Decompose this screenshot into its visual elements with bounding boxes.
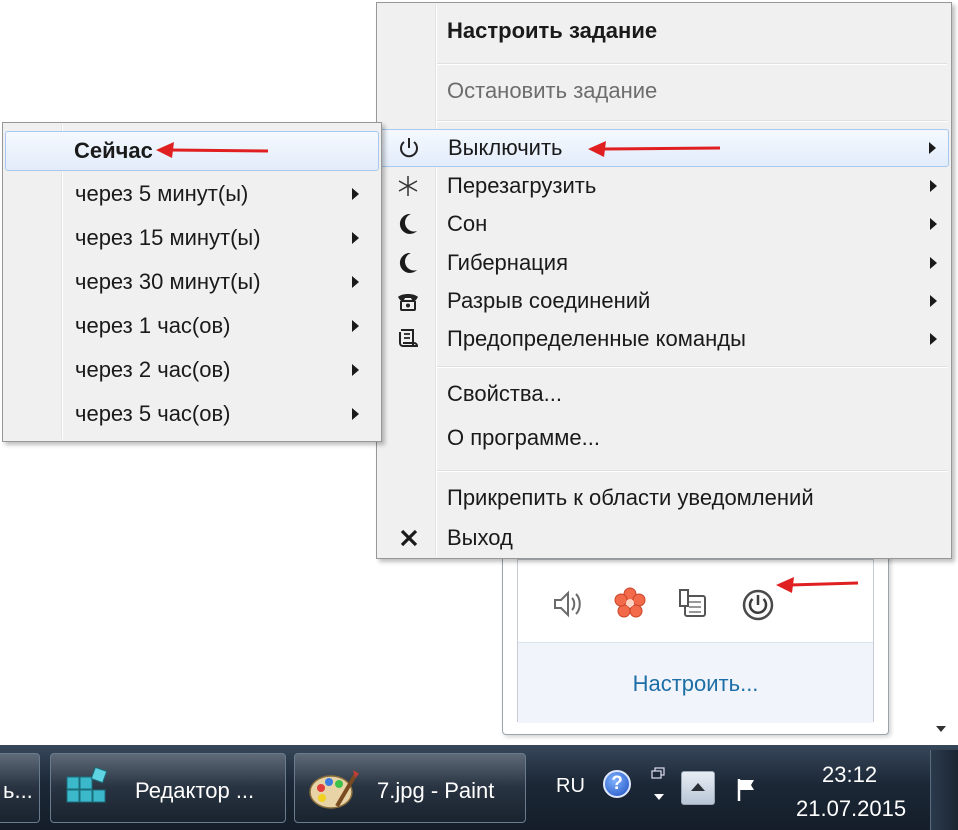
annotation-arrow-tray bbox=[776, 577, 859, 593]
submenu-item-15-minutes[interactable]: через 15 минут(ы) bbox=[5, 220, 379, 256]
flower-icon[interactable] bbox=[612, 586, 648, 622]
annotation-arrow-now bbox=[156, 142, 269, 158]
menu-item-configure-task[interactable]: Настроить задание bbox=[379, 13, 949, 49]
submenu-arrow-icon bbox=[352, 232, 359, 244]
menu-item-predefined-commands[interactable]: Предопределенные команды bbox=[379, 321, 949, 357]
scroll-down-arrow-icon[interactable] bbox=[936, 726, 946, 732]
submenu-arrow-icon bbox=[352, 320, 359, 332]
scroll-icon bbox=[399, 329, 419, 347]
paint-icon bbox=[309, 770, 359, 809]
main-context-menu: Настроить задание Остановить задание Вык… bbox=[376, 2, 952, 559]
power-icon bbox=[400, 138, 418, 158]
close-icon bbox=[400, 529, 418, 547]
annotation-arrow-shutdown bbox=[588, 141, 721, 157]
taskbar-button-paint[interactable]: 7.jpg - Paint bbox=[294, 753, 526, 823]
submenu-item-5-hours[interactable]: через 5 час(ов) bbox=[5, 396, 379, 432]
help-icon[interactable]: ? bbox=[603, 770, 631, 798]
submenu-arrow-icon bbox=[352, 408, 359, 420]
submenu-arrow-icon bbox=[930, 218, 937, 230]
menu-item-pin-to-tray[interactable]: Прикрепить к области уведомлений bbox=[379, 480, 949, 516]
show-desktop-button[interactable] bbox=[930, 750, 958, 830]
shutdown-submenu: Сейчас через 5 минут(ы) через 15 минут(ы… bbox=[2, 122, 382, 442]
menu-item-properties[interactable]: Свойства... bbox=[379, 376, 949, 412]
submenu-arrow-icon bbox=[352, 188, 359, 200]
menu-item-sleep[interactable]: Сон bbox=[379, 206, 949, 242]
submenu-item-2-hours[interactable]: через 2 час(ов) bbox=[5, 352, 379, 388]
menu-separator bbox=[437, 470, 947, 472]
menu-item-exit[interactable]: Выход bbox=[379, 520, 949, 556]
power-icon[interactable] bbox=[740, 586, 776, 622]
speaker-icon[interactable] bbox=[550, 586, 586, 622]
language-indicator[interactable]: RU bbox=[556, 775, 585, 798]
submenu-arrow-icon bbox=[352, 364, 359, 376]
moon-icon bbox=[399, 213, 417, 234]
submenu-arrow-icon bbox=[930, 295, 937, 307]
taskbar-button-partial[interactable]: ь... bbox=[0, 753, 40, 823]
menu-item-hibernate[interactable]: Гибернация bbox=[379, 245, 949, 281]
submenu-arrow-icon bbox=[929, 142, 936, 154]
clock-time[interactable]: 23:12 bbox=[822, 762, 877, 788]
submenu-arrow-icon bbox=[930, 257, 937, 269]
registry-editor-icon bbox=[66, 766, 108, 803]
customize-link[interactable]: Настроить... bbox=[518, 671, 873, 697]
taskbar-button-registry-editor[interactable]: Редактор ... bbox=[50, 753, 286, 823]
submenu-item-5-minutes[interactable]: через 5 минут(ы) bbox=[5, 176, 379, 212]
submenu-arrow-icon bbox=[930, 333, 937, 345]
tray-footer: Настроить... bbox=[518, 642, 873, 723]
menu-separator bbox=[437, 63, 947, 65]
phone-icon bbox=[398, 294, 418, 311]
menu-item-about[interactable]: О программе... bbox=[379, 420, 949, 456]
moon-icon bbox=[399, 252, 417, 273]
language-bar-options-icon[interactable] bbox=[649, 766, 669, 806]
restart-icon bbox=[398, 176, 418, 196]
submenu-arrow-icon bbox=[930, 180, 937, 192]
network-icon[interactable] bbox=[676, 586, 712, 622]
menu-item-restart[interactable]: Перезагрузить bbox=[379, 168, 949, 204]
show-hidden-icons-button[interactable] bbox=[681, 771, 715, 805]
submenu-item-1-hour[interactable]: через 1 час(ов) bbox=[5, 308, 379, 344]
menu-separator bbox=[437, 366, 947, 368]
submenu-item-30-minutes[interactable]: через 30 минут(ы) bbox=[5, 264, 379, 300]
menu-item-stop-task[interactable]: Остановить задание bbox=[379, 73, 949, 109]
clock-date[interactable]: 21.07.2015 bbox=[796, 796, 906, 822]
menu-item-disconnect[interactable]: Разрыв соединений bbox=[379, 283, 949, 319]
action-center-flag-icon[interactable] bbox=[734, 776, 762, 804]
menu-separator bbox=[437, 120, 947, 122]
submenu-arrow-icon bbox=[352, 276, 359, 288]
